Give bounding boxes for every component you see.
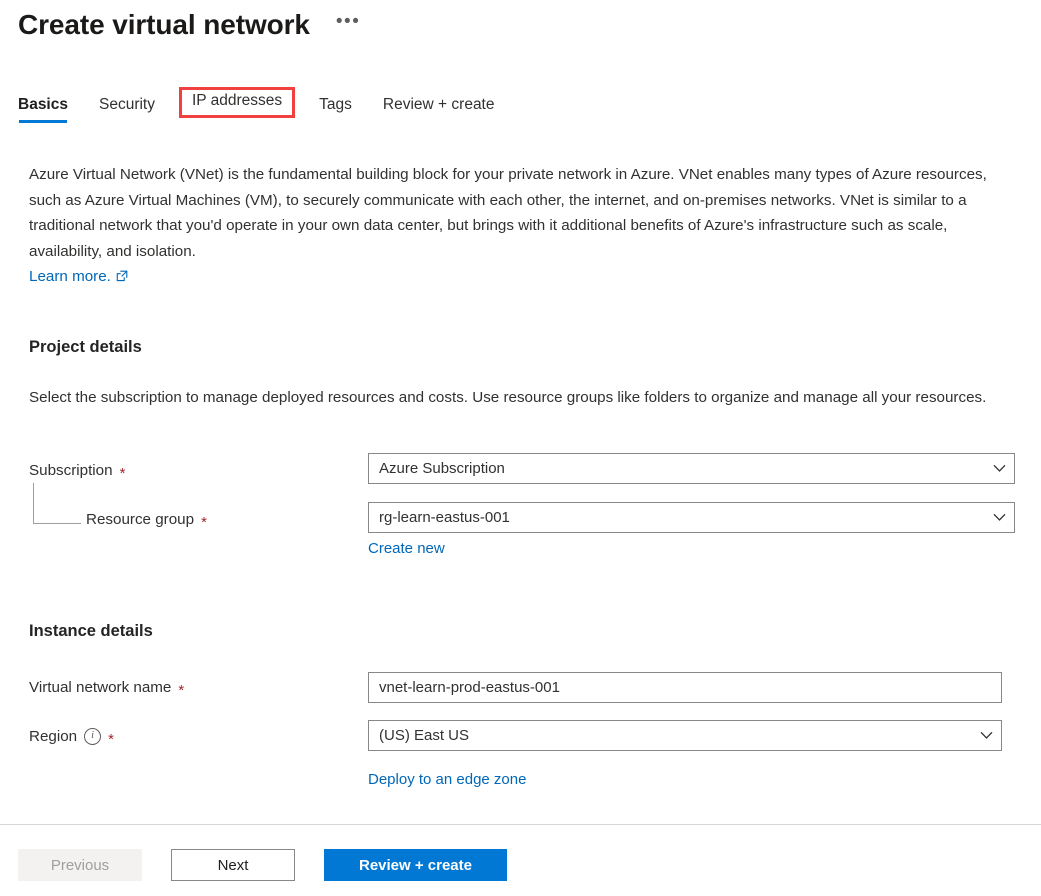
tab-ip-addresses-label: IP addresses bbox=[191, 92, 283, 109]
subscription-value: Azure Subscription bbox=[379, 460, 505, 477]
tab-security[interactable]: Security bbox=[99, 92, 155, 123]
tab-ip-addresses[interactable]: IP addresses bbox=[178, 87, 296, 118]
info-icon[interactable]: i bbox=[84, 728, 102, 745]
wizard-tabs: Basics Security IP addresses Tags Review… bbox=[18, 87, 526, 123]
region-label: Region i * bbox=[29, 728, 114, 748]
resource-group-value: rg-learn-eastus-001 bbox=[379, 509, 510, 526]
tab-review-create[interactable]: Review + create bbox=[383, 92, 495, 123]
region-required-asterisk: * bbox=[108, 730, 114, 748]
page-header: Create virtual network ••• bbox=[18, 6, 364, 44]
chevron-down-icon bbox=[993, 509, 1006, 526]
project-details-heading: Project details bbox=[29, 338, 142, 356]
tab-review-create-label: Review + create bbox=[382, 96, 495, 113]
next-button[interactable]: Next bbox=[171, 849, 295, 881]
virtual-network-name-input[interactable]: vnet-learn-prod-eastus-001 bbox=[368, 672, 1002, 703]
region-select[interactable]: (US) East US bbox=[368, 720, 1002, 751]
tab-tags[interactable]: Tags bbox=[319, 92, 352, 123]
tab-tags-label: Tags bbox=[319, 96, 352, 113]
region-value: (US) East US bbox=[379, 727, 470, 744]
tab-security-label: Security bbox=[98, 96, 155, 113]
resource-group-select[interactable]: rg-learn-eastus-001 bbox=[368, 502, 1015, 533]
external-link-icon bbox=[116, 265, 128, 291]
resource-group-required-asterisk: * bbox=[201, 513, 207, 531]
previous-button[interactable]: Previous bbox=[18, 849, 142, 881]
virtual-network-name-label: Virtual network name * bbox=[29, 679, 185, 699]
resource-group-label: Resource group * bbox=[86, 511, 207, 531]
more-options-icon[interactable]: ••• bbox=[332, 11, 364, 39]
tab-basics-label: Basics bbox=[18, 96, 68, 113]
virtual-network-name-required-asterisk: * bbox=[178, 681, 185, 699]
page-title: Create virtual network bbox=[18, 9, 310, 40]
subscription-required-asterisk: * bbox=[119, 464, 126, 482]
create-new-resource-group-link[interactable]: Create new bbox=[368, 540, 445, 557]
learn-more-link[interactable]: Learn more. bbox=[29, 268, 128, 285]
tab-basics[interactable]: Basics bbox=[18, 92, 68, 123]
subscription-label: Subscription * bbox=[29, 462, 126, 482]
region-label-text: Region bbox=[29, 728, 78, 745]
deploy-edge-zone-link[interactable]: Deploy to an edge zone bbox=[368, 771, 526, 788]
project-details-description: Select the subscription to manage deploy… bbox=[29, 389, 987, 406]
review-create-button[interactable]: Review + create bbox=[324, 849, 507, 881]
instance-details-heading: Instance details bbox=[29, 622, 153, 640]
wizard-footer: Previous Next Review + create bbox=[18, 849, 507, 881]
subscription-label-text: Subscription bbox=[29, 462, 113, 479]
virtual-network-name-value: vnet-learn-prod-eastus-001 bbox=[379, 679, 560, 696]
subscription-select[interactable]: Azure Subscription bbox=[368, 453, 1015, 484]
chevron-down-icon bbox=[980, 727, 993, 744]
learn-more-label: Learn more. bbox=[29, 268, 111, 285]
footer-divider bbox=[0, 824, 1041, 825]
intro-paragraph-text: Azure Virtual Network (VNet) is the fund… bbox=[29, 166, 987, 260]
intro-description: Azure Virtual Network (VNet) is the fund… bbox=[29, 162, 1009, 291]
virtual-network-name-label-text: Virtual network name bbox=[29, 679, 172, 696]
subscription-tree-connector bbox=[33, 483, 81, 524]
chevron-down-icon bbox=[993, 460, 1006, 477]
resource-group-label-text: Resource group bbox=[86, 511, 195, 528]
